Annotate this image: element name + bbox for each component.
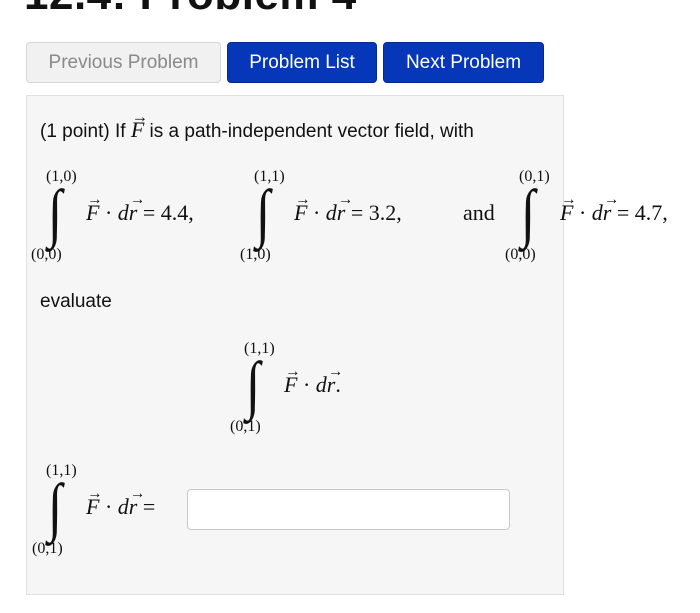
and-word: and	[463, 200, 495, 225]
integrand-r: r	[603, 191, 619, 226]
integral-sign-icon: ∫	[256, 178, 271, 250]
integral2-integrand: F · dr = 3.2,	[294, 191, 402, 226]
evaluate-label: evaluate	[40, 291, 112, 312]
integral-sign-icon: ∫	[48, 472, 63, 544]
page: 12.4: Problem 4 Previous Problem Problem…	[0, 0, 700, 613]
answer-integrand: F · dr =	[86, 485, 155, 520]
integral1-lower-limit: (0,0)	[31, 246, 62, 263]
answer-input[interactable]	[187, 489, 510, 530]
integral1-value: 4.4,	[160, 200, 194, 225]
integrand-f: F	[86, 191, 103, 226]
integrand-dot: ·	[104, 200, 113, 225]
intro-prefix: (1 point) If	[40, 121, 131, 142]
answer-lower-limit: (0,1)	[32, 540, 63, 557]
integral3-value: 4.7,	[634, 200, 668, 225]
target-integrand: F · dr.	[284, 363, 343, 398]
integrand-dot: ·	[104, 494, 113, 519]
integrand-d: d	[591, 200, 603, 225]
integral-sign-icon: ∫	[246, 350, 261, 422]
target-lower-limit: (0,1)	[230, 418, 261, 435]
integrand-d: d	[117, 200, 129, 225]
problem-list-button[interactable]: Problem List	[227, 42, 377, 83]
integrand-d: d	[315, 372, 327, 397]
next-problem-button[interactable]: Next Problem	[383, 42, 544, 83]
integral3-integrand: F · dr = 4.7,	[560, 191, 668, 226]
integrand-dot: ·	[302, 372, 311, 397]
integral1-integrand: F · dr = 4.4,	[86, 191, 194, 226]
integrand-r: r	[327, 363, 343, 398]
page-title: 12.4: Problem 4	[24, 0, 357, 20]
integrand-f: F	[294, 191, 311, 226]
integral-sign-icon: ∫	[48, 178, 63, 250]
intro-suffix: is a path-independent vector field, with	[144, 121, 474, 142]
previous-problem-button[interactable]: Previous Problem	[26, 42, 221, 83]
integral2-lower-limit: (1,0)	[240, 246, 271, 263]
vector-f-symbol: F	[131, 107, 149, 143]
integrand-d: d	[117, 494, 129, 519]
integrand-f: F	[560, 191, 577, 226]
integrand-r: r	[337, 191, 353, 226]
integrand-r: r	[129, 191, 145, 226]
integral3-lower-limit: (0,0)	[505, 246, 536, 263]
problem-statement: (1 point) If F is a path-independent vec…	[40, 107, 474, 143]
integrand-dot: ·	[312, 200, 321, 225]
integrand-f: F	[86, 485, 103, 520]
integral2-value: 3.2,	[368, 200, 402, 225]
integrand-d: d	[325, 200, 337, 225]
integrand-r: r	[129, 485, 145, 520]
integral-sign-icon: ∫	[521, 178, 536, 250]
integrand-f: F	[284, 363, 301, 398]
integrand-dot: ·	[578, 200, 587, 225]
